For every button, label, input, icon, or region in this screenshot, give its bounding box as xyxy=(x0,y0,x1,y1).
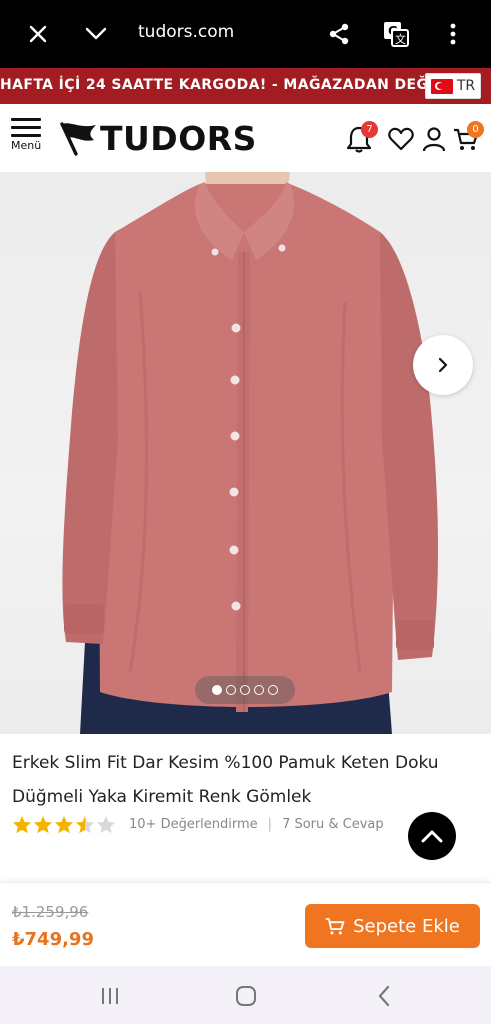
chevron-down-icon[interactable] xyxy=(80,18,112,50)
translate-icon[interactable]: G文 xyxy=(380,18,412,50)
language-selector[interactable]: TR xyxy=(425,73,481,99)
close-icon[interactable] xyxy=(22,18,54,50)
recent-apps-icon[interactable] xyxy=(98,984,122,1008)
gallery-dot[interactable] xyxy=(254,685,264,695)
svg-text:文: 文 xyxy=(395,32,406,46)
back-icon[interactable] xyxy=(372,984,396,1008)
notification-badge: 7 xyxy=(361,121,378,138)
browser-toolbar: tudors.com G文 xyxy=(0,0,491,68)
menu-button[interactable]: Menü xyxy=(11,118,47,162)
current-price: ₺749,99 xyxy=(12,929,94,950)
chevron-right-icon xyxy=(438,357,448,373)
language-label: TR xyxy=(456,78,476,94)
rating-stars xyxy=(12,815,116,834)
gallery-dot[interactable] xyxy=(226,685,236,695)
gallery-dot[interactable] xyxy=(212,685,222,695)
star-full-icon xyxy=(12,815,32,833)
product-image-gallery[interactable] xyxy=(0,172,491,734)
promo-text: HAFTA İÇİ 24 SAATTE KARGODA! - MAĞAZADAN… xyxy=(0,77,481,93)
gallery-dot[interactable] xyxy=(268,685,278,695)
product-title-line2: Düğmeli Yaka Kiremit Renk Gömlek xyxy=(12,787,312,807)
logo-text: TUDORS xyxy=(100,118,257,158)
scroll-to-top-button[interactable] xyxy=(408,812,456,860)
product-title-line1: Erkek Slim Fit Dar Kesim %100 Pamuk Kete… xyxy=(12,753,439,773)
more-icon[interactable] xyxy=(437,18,469,50)
share-icon[interactable] xyxy=(323,18,355,50)
star-half-icon xyxy=(75,815,95,833)
product-title: Erkek Slim Fit Dar Kesim %100 Pamuk Kete… xyxy=(12,746,482,814)
menu-label: Menü xyxy=(11,139,42,152)
cart-badge: 0 xyxy=(467,121,484,138)
star-full-icon xyxy=(33,815,53,833)
user-icon[interactable] xyxy=(419,124,449,154)
star-full-icon xyxy=(54,815,74,833)
star-empty-icon xyxy=(96,815,116,833)
purchase-bar: ₺1.259,96 ₺749,99 Sepete Ekle xyxy=(0,882,491,966)
gallery-pagination xyxy=(195,676,295,704)
chevron-up-icon xyxy=(421,830,443,843)
product-rating[interactable]: 10+ Değerlendirme | 7 Soru & Cevap xyxy=(12,814,384,834)
url-text[interactable]: tudors.com xyxy=(138,22,234,42)
add-to-cart-label: Sepete Ekle xyxy=(353,915,460,937)
site-logo[interactable]: TUDORS xyxy=(58,118,257,158)
gallery-next-button[interactable] xyxy=(413,335,473,395)
add-to-cart-button[interactable]: Sepete Ekle xyxy=(305,904,480,948)
product-image xyxy=(62,172,438,734)
gallery-dot[interactable] xyxy=(240,685,250,695)
home-icon[interactable] xyxy=(234,984,258,1008)
rating-separator: | xyxy=(267,816,273,832)
site-header: Menü TUDORS 7 0 xyxy=(0,104,491,172)
promo-banner: HAFTA İÇİ 24 SAATTE KARGODA! - MAĞAZADAN… xyxy=(0,68,491,104)
system-nav-bar xyxy=(0,966,491,1024)
qa-link[interactable]: 7 Soru & Cevap xyxy=(282,817,384,832)
heart-icon[interactable] xyxy=(386,124,416,154)
cart-icon xyxy=(325,918,345,935)
flag-logo-icon xyxy=(60,122,96,156)
reviews-link[interactable]: 10+ Değerlendirme xyxy=(129,817,258,832)
turkey-flag-icon xyxy=(430,78,453,94)
old-price: ₺1.259,96 xyxy=(12,903,89,921)
